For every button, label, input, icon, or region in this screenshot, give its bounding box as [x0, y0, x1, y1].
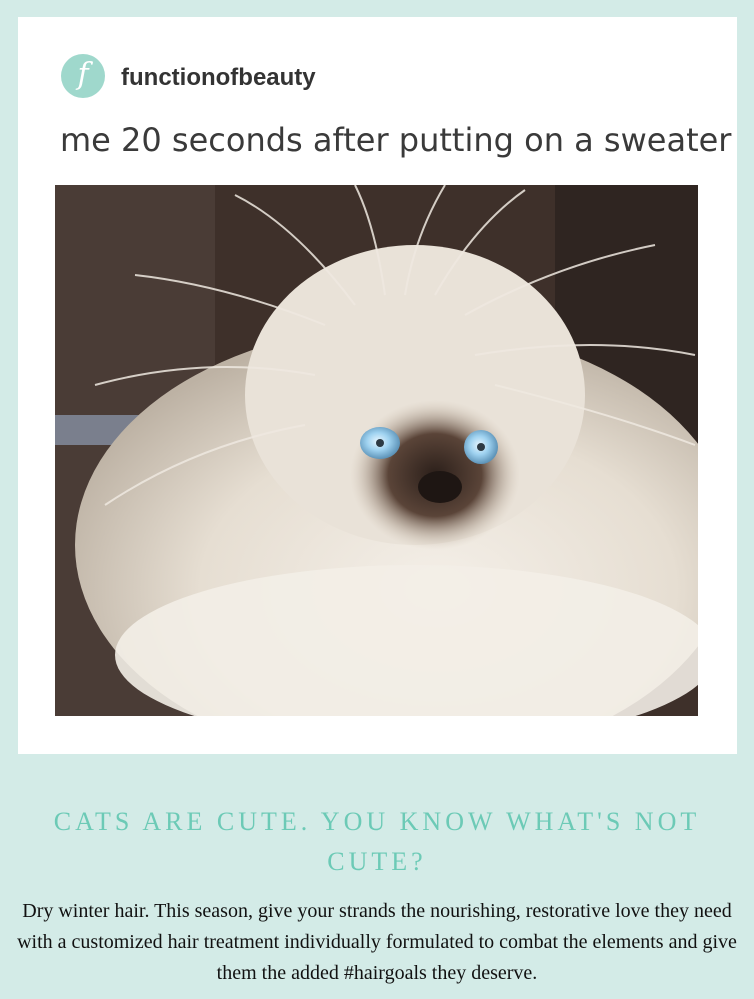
promo-headline: CATS ARE CUTE. YOU KNOW WHAT'S NOT CUTE? [53, 807, 701, 876]
username[interactable]: functionofbeauty [121, 64, 316, 92]
avatar-letter: f [77, 57, 89, 92]
post-image [55, 185, 698, 716]
cat-photo [55, 185, 698, 716]
avatar[interactable]: f [61, 54, 105, 98]
promo-body: Dry winter hair. This season, give your … [17, 900, 737, 984]
post-caption: me 20 seconds after putting on a sweater [60, 121, 732, 159]
post-card: f functionofbeauty me 20 seconds after p… [18, 17, 737, 754]
